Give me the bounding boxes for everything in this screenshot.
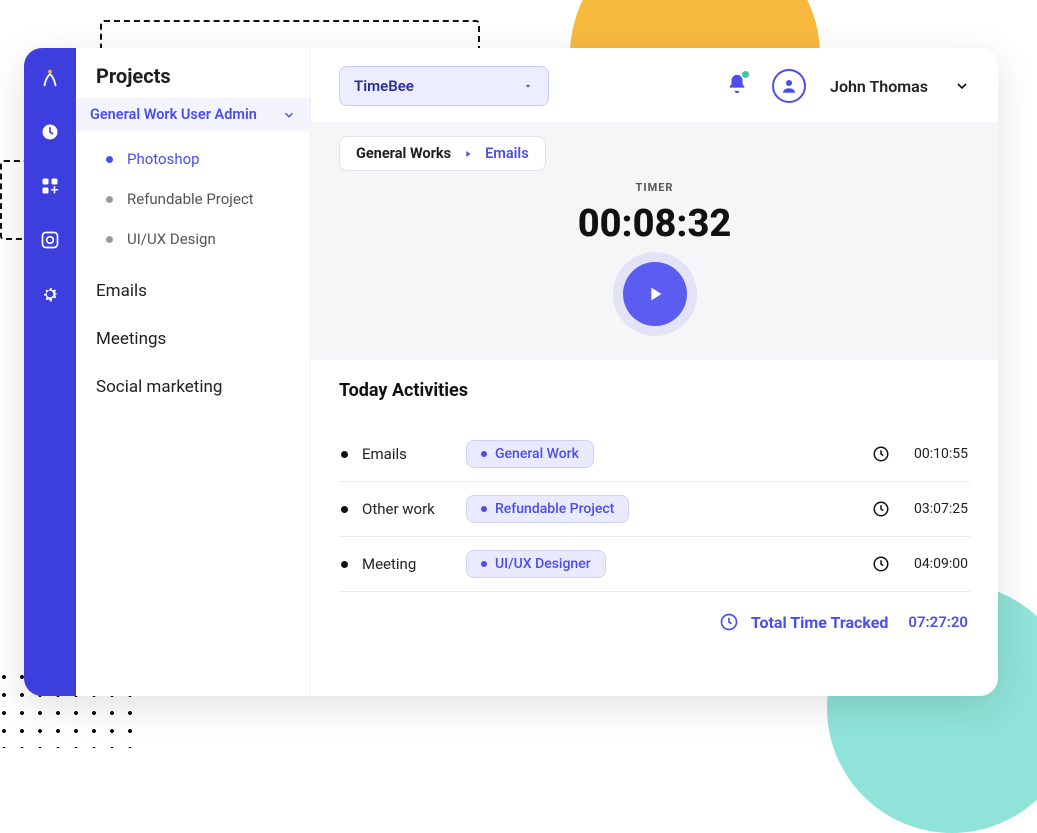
play-icon bbox=[644, 283, 666, 305]
timer-value: 00:08:32 bbox=[339, 202, 970, 246]
sidebar-group-label: General Work User Admin bbox=[90, 106, 257, 123]
sidebar-subitem-refundable[interactable]: Refundable Project bbox=[98, 179, 310, 219]
activity-tag-label: General Work bbox=[495, 446, 579, 462]
clock-icon bbox=[872, 555, 890, 573]
activity-tag-label: Refundable Project bbox=[495, 501, 614, 517]
user-name[interactable]: John Thomas bbox=[830, 77, 928, 96]
tag-dot-icon bbox=[481, 561, 487, 567]
timer-label: TIMER bbox=[339, 181, 970, 194]
main-panel: TimeBee John Thomas General Works Emails… bbox=[311, 48, 998, 696]
bullet-icon bbox=[341, 561, 348, 568]
activity-tag-label: UI/UX Designer bbox=[495, 556, 591, 572]
caret-right-icon bbox=[463, 149, 473, 159]
clock-icon bbox=[872, 500, 890, 518]
gear-icon[interactable] bbox=[38, 282, 62, 306]
activity-time: 03:07:25 bbox=[914, 501, 968, 517]
notifications-button[interactable] bbox=[726, 73, 748, 99]
sidebar-subitem-uiux[interactable]: UI/UX Design bbox=[98, 219, 310, 259]
activity-name: Emails bbox=[362, 445, 452, 463]
clock-icon bbox=[719, 612, 739, 632]
sidebar-item-emails[interactable]: Emails bbox=[76, 267, 310, 315]
workspace-select[interactable]: TimeBee bbox=[339, 66, 549, 106]
activity-time: 00:10:55 bbox=[914, 446, 968, 462]
activity-name: Meeting bbox=[362, 555, 452, 573]
sidebar-item-label: Meetings bbox=[96, 329, 166, 349]
avatar[interactable] bbox=[772, 69, 806, 103]
total-time-label: Total Time Tracked bbox=[751, 613, 889, 632]
nav-rail bbox=[24, 48, 76, 696]
screenshots-icon[interactable] bbox=[38, 228, 62, 252]
timer-play-button[interactable] bbox=[623, 262, 687, 326]
activity-tag[interactable]: General Work bbox=[466, 440, 594, 468]
app-window: Projects General Work User Admin Photosh… bbox=[24, 48, 998, 696]
activities-title: Today Activities bbox=[339, 380, 970, 401]
sidebar-subitem-label: Refundable Project bbox=[127, 190, 254, 208]
chevron-down-icon bbox=[282, 108, 296, 122]
topbar: TimeBee John Thomas bbox=[311, 48, 998, 120]
clock-icon[interactable] bbox=[38, 120, 62, 144]
activities-section: Today Activities Emails General Work 00:… bbox=[311, 360, 998, 642]
sidebar-item-label: Emails bbox=[96, 281, 147, 301]
sidebar-item-meetings[interactable]: Meetings bbox=[76, 315, 310, 363]
projects-sidebar: Projects General Work User Admin Photosh… bbox=[76, 48, 311, 696]
workspace-select-value: TimeBee bbox=[354, 77, 414, 95]
activity-name: Other work bbox=[362, 500, 452, 518]
activity-row[interactable]: Emails General Work 00:10:55 bbox=[339, 427, 970, 482]
total-row: Total Time Tracked 07:27:20 bbox=[339, 592, 970, 642]
timer-area: General Works Emails TIMER 00:08:32 bbox=[311, 122, 998, 360]
caret-down-icon bbox=[522, 80, 534, 92]
bullet-icon bbox=[341, 506, 348, 513]
tag-dot-icon bbox=[481, 451, 487, 457]
apps-icon[interactable] bbox=[38, 174, 62, 198]
activity-tag[interactable]: UI/UX Designer bbox=[466, 550, 606, 578]
bullet-icon bbox=[106, 236, 113, 243]
tag-dot-icon bbox=[481, 506, 487, 512]
logo-icon[interactable] bbox=[38, 66, 62, 90]
sidebar-subitem-label: UI/UX Design bbox=[127, 230, 216, 248]
chevron-down-icon[interactable] bbox=[954, 78, 970, 94]
bullet-icon bbox=[341, 451, 348, 458]
sidebar-sublist: Photoshop Refundable Project UI/UX Desig… bbox=[76, 131, 310, 267]
activity-row[interactable]: Other work Refundable Project 03:07:25 bbox=[339, 482, 970, 537]
sidebar-subitem-photoshop[interactable]: Photoshop bbox=[98, 139, 310, 179]
bullet-icon bbox=[106, 156, 113, 163]
bullet-icon bbox=[106, 196, 113, 203]
activity-row[interactable]: Meeting UI/UX Designer 04:09:00 bbox=[339, 537, 970, 592]
total-time-value: 07:27:20 bbox=[908, 613, 968, 631]
sidebar-title: Projects bbox=[76, 60, 310, 98]
activity-tag[interactable]: Refundable Project bbox=[466, 495, 629, 523]
sidebar-group-general-work[interactable]: General Work User Admin bbox=[76, 98, 310, 131]
sidebar-subitem-label: Photoshop bbox=[127, 150, 200, 168]
activity-time: 04:09:00 bbox=[914, 556, 968, 572]
clock-icon bbox=[872, 445, 890, 463]
breadcrumb[interactable]: General Works Emails bbox=[339, 136, 546, 171]
sidebar-item-label: Social marketing bbox=[96, 377, 222, 397]
sidebar-item-social-marketing[interactable]: Social marketing bbox=[76, 363, 310, 411]
notification-dot-icon bbox=[742, 71, 749, 78]
breadcrumb-leaf: Emails bbox=[485, 145, 529, 162]
user-icon bbox=[780, 77, 798, 95]
breadcrumb-root: General Works bbox=[356, 145, 451, 162]
